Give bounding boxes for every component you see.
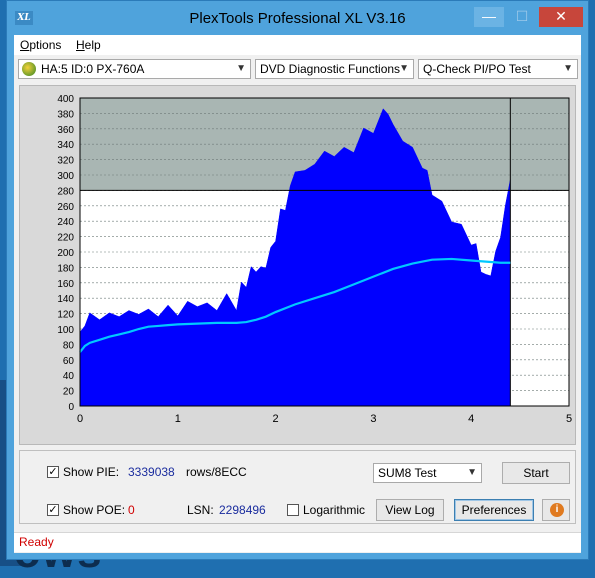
- x-tick-label: 5: [566, 413, 572, 425]
- pi-po-chart: 0204060801001201401601802002202402602803…: [57, 94, 572, 425]
- menu-help[interactable]: Help: [76, 38, 101, 52]
- y-tick-label: 40: [63, 371, 75, 382]
- pie-value: 3339038: [128, 465, 175, 479]
- drive-select-value: HA:5 ID:0 PX-760A: [41, 62, 145, 76]
- x-tick-label: 0: [77, 413, 83, 425]
- y-tick-label: 120: [57, 310, 74, 321]
- x-tick-label: 2: [273, 413, 279, 425]
- logarithmic-checkbox[interactable]: [287, 504, 299, 516]
- show-pie-checkbox[interactable]: ✓: [47, 466, 59, 478]
- status-bar: Ready: [14, 532, 581, 552]
- info-icon: i: [550, 503, 564, 517]
- y-tick-label: 320: [57, 156, 74, 167]
- x-tick-label: 4: [468, 413, 474, 425]
- x-tick-label: 1: [175, 413, 181, 425]
- show-poe-label: Show POE:: [63, 503, 126, 517]
- test-select-value: Q-Check PI/PO Test: [423, 62, 531, 76]
- poe-value: 0: [128, 503, 135, 517]
- view-log-label: View Log: [385, 503, 435, 517]
- view-log-button[interactable]: View Log: [376, 499, 444, 521]
- y-tick-label: 240: [57, 217, 74, 228]
- start-button-label: Start: [523, 466, 549, 480]
- menu-help-rest: elp: [84, 38, 101, 52]
- drive-icon: [22, 62, 36, 76]
- chart-area: 0 20 40 60 80 100 120 140 160 180 200 220 240 260 280 3…: [19, 85, 576, 445]
- y-tick-label: 60: [63, 356, 75, 367]
- options-panel: ✓ Show PIE: 3339038 rows/8ECC SUM8 Test …: [19, 450, 576, 524]
- test-select[interactable]: Q-Check PI/PO Test ▼: [418, 59, 578, 79]
- preferences-label: Preferences: [461, 503, 527, 517]
- show-poe-checkbox[interactable]: ✓: [47, 504, 59, 516]
- sum-test-select[interactable]: SUM8 Test ▼: [373, 463, 482, 483]
- lsn-label: LSN:: [187, 503, 214, 517]
- y-tick-label: 280: [57, 186, 74, 197]
- chevron-down-icon: ▼: [563, 63, 573, 74]
- y-tick-label: 160: [57, 279, 74, 290]
- menu-options-accel: O: [20, 38, 30, 52]
- chevron-down-icon: ▼: [236, 63, 246, 74]
- show-pie-label: Show PIE:: [63, 465, 120, 479]
- y-tick-label: 260: [57, 202, 74, 213]
- function-select-value: DVD Diagnostic Functions: [260, 62, 401, 76]
- info-button[interactable]: i: [542, 499, 570, 521]
- y-tick-label: 80: [63, 340, 75, 351]
- minimize-button[interactable]: —: [474, 7, 504, 27]
- y-tick-label: 380: [57, 109, 74, 120]
- function-select[interactable]: DVD Diagnostic Functions ▼: [255, 59, 414, 79]
- y-tick-label: 0: [68, 402, 74, 413]
- sum-test-select-value: SUM8 Test: [378, 466, 437, 480]
- chevron-down-icon: ▼: [399, 63, 409, 74]
- start-button[interactable]: Start: [502, 462, 570, 484]
- y-tick-label: 340: [57, 140, 74, 151]
- y-tick-label: 200: [57, 248, 74, 259]
- menu-options-rest: ptions: [29, 38, 62, 52]
- y-tick-label: 140: [57, 294, 74, 305]
- drive-select[interactable]: HA:5 ID:0 PX-760A ▼: [18, 59, 251, 79]
- y-tick-label: 400: [57, 94, 74, 105]
- close-button[interactable]: ✕: [539, 7, 583, 27]
- app-window: XL PlexTools Professional XL V3.16 — ☐ ✕…: [6, 0, 589, 560]
- menu-help-accel: H: [76, 38, 85, 52]
- title-bar[interactable]: XL PlexTools Professional XL V3.16 — ☐ ✕: [7, 1, 588, 35]
- maximize-button[interactable]: ☐: [507, 7, 537, 27]
- client-area: Options Help HA:5 ID:0 PX-760A ▼ DVD Dia…: [14, 35, 581, 553]
- pie-unit: rows/8ECC: [186, 465, 247, 479]
- lsn-value: 2298496: [219, 503, 266, 517]
- y-tick-label: 180: [57, 263, 74, 274]
- menu-options[interactable]: Options: [20, 38, 61, 52]
- y-tick-label: 220: [57, 233, 74, 244]
- chevron-down-icon: ▼: [467, 467, 477, 478]
- menu-bar: Options Help: [14, 35, 581, 55]
- logarithmic-label: Logarithmic: [303, 503, 366, 517]
- y-tick-label: 300: [57, 171, 74, 182]
- x-tick-label: 3: [370, 413, 376, 425]
- preferences-button[interactable]: Preferences: [454, 499, 534, 521]
- status-text: Ready: [19, 535, 54, 549]
- y-tick-label: 360: [57, 125, 74, 136]
- y-tick-label: 100: [57, 325, 74, 336]
- y-tick-label: 20: [63, 387, 75, 398]
